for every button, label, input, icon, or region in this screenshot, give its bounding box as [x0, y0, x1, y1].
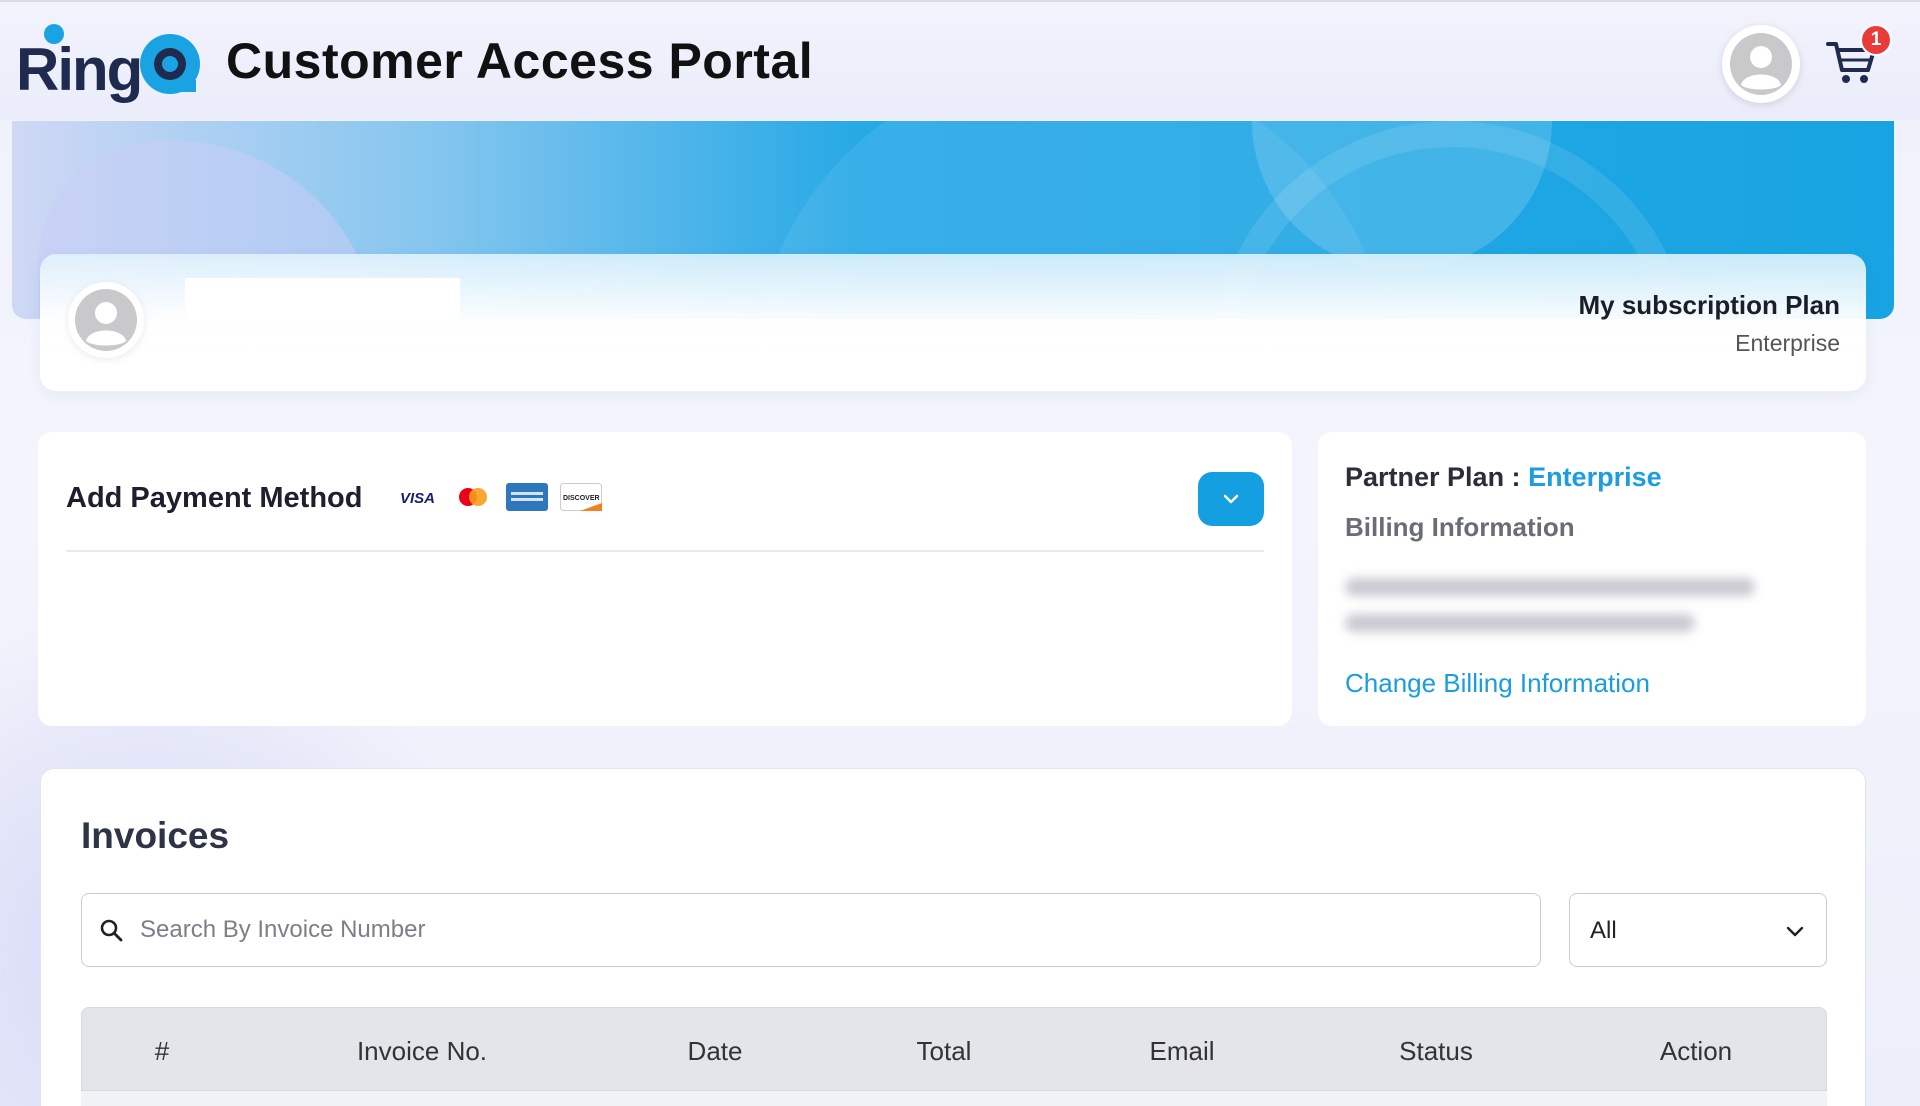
change-billing-link[interactable]: Change Billing Information [1345, 668, 1650, 699]
partner-plan: Partner Plan : Enterprise [1345, 462, 1662, 493]
billing-card: Partner Plan : Enterprise Billing Inform… [1318, 432, 1866, 726]
blurred-billing-line [1345, 578, 1755, 596]
column-header[interactable]: Date [688, 1036, 743, 1067]
redacted-user-name [185, 278, 460, 320]
column-header[interactable]: # [155, 1036, 169, 1067]
column-header[interactable]: Action [1660, 1036, 1732, 1067]
payment-method-title: Add Payment Method [66, 482, 363, 514]
cart-count-badge: 1 [1860, 24, 1892, 56]
amex-icon [506, 482, 548, 512]
svg-text:Ring: Ring [16, 36, 141, 103]
column-header[interactable]: Status [1399, 1036, 1473, 1067]
table-row [81, 1091, 1827, 1106]
card-brand-list: VISA DISCOVER [398, 482, 602, 512]
invoice-search-input[interactable] [140, 908, 1520, 952]
svg-text:DISCOVER: DISCOVER [563, 495, 600, 502]
billing-information-title: Billing Information [1345, 512, 1575, 542]
user-avatar-button[interactable] [1722, 25, 1800, 103]
discover-icon: DISCOVER [560, 482, 602, 512]
ringq-logo[interactable]: Ring [16, 22, 206, 106]
profile-card: My subscription Plan Enterprise [40, 254, 1866, 391]
status-filter-value: All [1590, 917, 1617, 944]
page: Ring Customer Access Portal 1 My subscri… [0, 0, 1920, 1106]
partner-plan-value: Enterprise [1528, 462, 1662, 492]
invoices-title: Invoices [81, 815, 230, 856]
user-avatar-icon [1730, 33, 1792, 95]
chevron-down-icon [1786, 926, 1804, 937]
svg-text:VISA: VISA [400, 490, 435, 506]
page-title: Customer Access Portal [226, 33, 814, 89]
partner-plan-label: Partner Plan : [1345, 462, 1529, 492]
search-icon [100, 919, 123, 942]
chevron-down-icon [1223, 494, 1239, 504]
column-header[interactable]: Email [1149, 1036, 1214, 1067]
mastercard-icon [452, 482, 494, 512]
subscription-plan-label: My subscription Plan [1578, 290, 1841, 320]
subscription-plan-value: Enterprise [1735, 330, 1840, 356]
status-filter-select[interactable]: All [1569, 893, 1827, 967]
divider [66, 550, 1264, 552]
profile-avatar[interactable] [68, 282, 144, 358]
top-header: Ring Customer Access Portal 1 [0, 0, 1920, 120]
profile-avatar-icon [75, 289, 137, 351]
invoices-card: Invoices All # Invoice No. Date Total Em… [40, 768, 1866, 1106]
column-header[interactable]: Invoice No. [357, 1036, 487, 1067]
payment-method-card: Add Payment Method VISA DISCOVER [38, 432, 1292, 726]
expand-payment-button[interactable] [1198, 472, 1264, 526]
column-header[interactable]: Total [917, 1036, 972, 1067]
blurred-billing-line [1345, 614, 1695, 632]
invoice-table-header: # Invoice No. Date Total Email Status Ac… [81, 1007, 1827, 1091]
invoice-search [81, 893, 1541, 967]
visa-icon: VISA [398, 482, 440, 512]
